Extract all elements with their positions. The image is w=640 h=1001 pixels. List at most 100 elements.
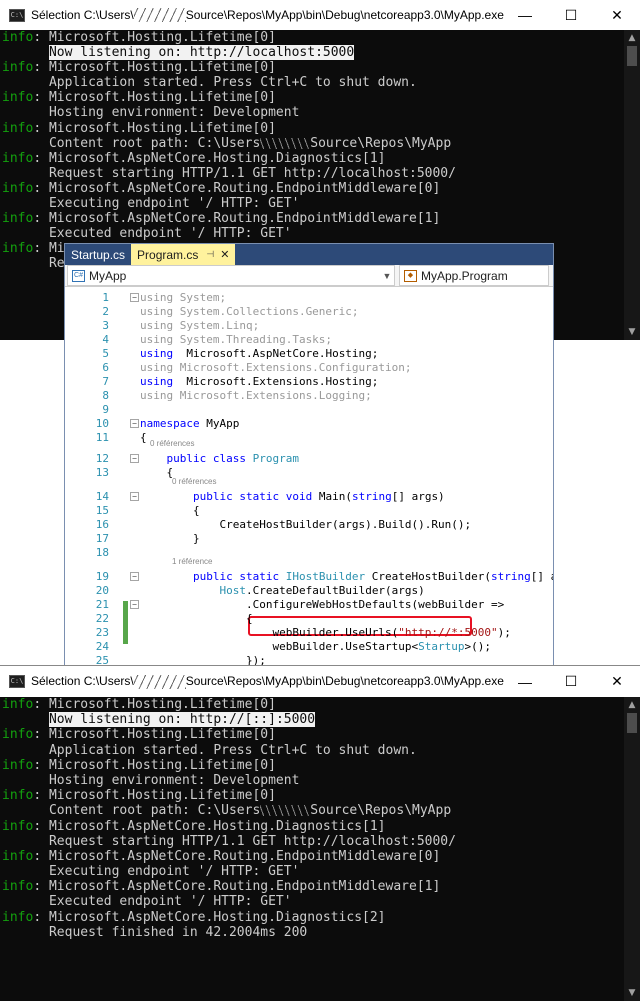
log-level-tag: info xyxy=(2,60,34,76)
minimize-button[interactable]: — xyxy=(502,666,548,697)
line-number: 3 xyxy=(102,319,109,332)
close-button[interactable]: ✕ xyxy=(594,666,640,697)
code-area[interactable]: 0 références 0 références 1 référence 1− usi… xyxy=(65,287,553,666)
scroll-down-icon[interactable]: ▼ xyxy=(624,985,640,1001)
code-token: { xyxy=(140,504,200,517)
line-number: 19 xyxy=(95,570,109,583)
console-line: Executed endpoint '/ HTTP: GET' xyxy=(2,226,622,241)
console-text: : Microsoft.AspNetCore.Hosting.Diagnosti… xyxy=(33,909,386,925)
collapse-icon[interactable]: − xyxy=(130,492,139,501)
collapse-icon[interactable]: − xyxy=(130,419,139,428)
code-line: 2 using System.Collections.Generic; xyxy=(65,305,553,318)
code-token: .ConfigureWebHostDefaults(webBuilder => xyxy=(140,598,505,611)
close-tab-icon[interactable]: ✕ xyxy=(220,248,229,261)
code-line: 11 { xyxy=(65,431,553,444)
console-text: : Microsoft.AspNetCore.Hosting.Diagnosti… xyxy=(33,150,386,166)
console-text: Executing endpoint '/ HTTP: GET' xyxy=(2,196,300,212)
console-text: : Microsoft.AspNetCore.Routing.EndpointM… xyxy=(33,848,441,864)
scroll-up-icon[interactable]: ▲ xyxy=(624,30,640,46)
editor-tabs: Startup.cs Program.cs ⊣ ✕ xyxy=(65,244,553,265)
type-name: MyApp.Program xyxy=(421,268,508,283)
console-scrollbar[interactable]: ▲ ▼ xyxy=(624,30,640,340)
tab-label: Startup.cs xyxy=(71,247,126,262)
code-line: 20 Host.CreateDefaultBuilder(args) xyxy=(65,584,553,597)
code-text: using System.Linq; xyxy=(140,319,259,332)
scroll-down-icon[interactable]: ▼ xyxy=(624,324,640,340)
code-text: using System.Collections.Generic; xyxy=(140,305,359,318)
code-line: 8 using Microsoft.Extensions.Logging; xyxy=(65,389,553,402)
code-token: .CreateDefaultBuilder(args) xyxy=(245,584,425,597)
console-text: Hosting environment: Development xyxy=(2,772,300,788)
code-token: using System.Threading.Tasks; xyxy=(140,333,333,346)
console-text: Executed endpoint '/ HTTP: GET' xyxy=(2,894,292,910)
code-token: using Microsoft.Extensions.Configuration… xyxy=(140,361,412,374)
code-token: CreateHostBuilder( xyxy=(365,570,492,583)
pin-icon[interactable]: ⊣ xyxy=(206,249,214,260)
code-text: { xyxy=(140,431,147,444)
redacted-path xyxy=(260,805,311,817)
code-editor: Startup.cs Program.cs ⊣ ✕ C# MyApp ▼ ◆ M… xyxy=(64,243,554,667)
console-line: Executing endpoint '/ HTTP: GET' xyxy=(2,864,622,879)
console-line: Request finished in 42.2004ms 200 xyxy=(2,925,622,940)
console-titlebar[interactable]: C:\ Sélection C:\Users\ Source\Repos\MyAp… xyxy=(0,0,640,30)
console-titlebar[interactable]: C:\ Sélection C:\Users\ Source\Repos\MyAp… xyxy=(0,666,640,697)
maximize-button[interactable]: ☐ xyxy=(548,0,594,30)
log-level-tag: info xyxy=(2,727,34,743)
code-token: public class xyxy=(166,452,246,465)
code-text: Host.CreateDefaultBuilder(args) xyxy=(140,584,425,597)
line-number: 12 xyxy=(95,452,109,465)
console-window-bottom: C:\ Sélection C:\Users\ Source\Repos\MyAp… xyxy=(0,665,640,1001)
code-line: 12 − public class Program xyxy=(65,452,553,465)
collapse-icon[interactable]: − xyxy=(130,293,139,302)
console-line: Request starting HTTP/1.1 GET http://loc… xyxy=(2,834,622,849)
console-line: info: Microsoft.AspNetCore.Hosting.Diagn… xyxy=(2,151,622,166)
line-number: 1 xyxy=(102,291,109,304)
code-text: using Microsoft.Extensions.Configuration… xyxy=(140,361,412,374)
type-dropdown[interactable]: ◆ MyApp.Program xyxy=(399,265,549,286)
collapse-icon[interactable]: − xyxy=(130,572,139,581)
line-number: 21 xyxy=(95,598,109,611)
code-line: 23 webBuilder.UseUrls("http://*:5000"); xyxy=(65,626,553,639)
maximize-button[interactable]: ☐ xyxy=(548,666,594,697)
close-button[interactable]: ✕ xyxy=(594,0,640,30)
console-text: : Microsoft.Hosting.Lifetime[0] xyxy=(33,697,276,712)
console-output[interactable]: info: Microsoft.Hosting.Lifetime[0] Now … xyxy=(0,697,624,1001)
console-scrollbar[interactable]: ▲ ▼ xyxy=(624,697,640,1001)
console-text: Executed endpoint '/ HTTP: GET' xyxy=(2,226,292,242)
class-icon: ◆ xyxy=(404,269,417,282)
console-line: Content root path: C:\Users Source\Repos\… xyxy=(2,136,622,151)
code-token: public static xyxy=(192,570,280,583)
scroll-thumb[interactable] xyxy=(627,713,637,733)
line-number: 17 xyxy=(95,532,109,545)
project-dropdown[interactable]: C# MyApp ▼ xyxy=(67,265,395,286)
collapse-icon[interactable]: − xyxy=(130,454,139,463)
collapse-icon[interactable]: − xyxy=(130,600,139,609)
code-token: using Microsoft.Extensions.Logging; xyxy=(140,389,372,402)
console-text: Request starting HTTP/1.1 GET http://loc… xyxy=(2,165,456,181)
code-token: } xyxy=(140,532,200,545)
scroll-up-icon[interactable]: ▲ xyxy=(624,697,640,713)
tab-program-cs[interactable]: Program.cs ⊣ ✕ xyxy=(131,244,236,265)
minimize-button[interactable]: — xyxy=(502,0,548,30)
log-level-tag: info xyxy=(2,120,34,136)
code-line: 16 CreateHostBuilder(args).Build().Run()… xyxy=(65,518,553,531)
scroll-thumb[interactable] xyxy=(627,46,637,66)
log-level-tag: info xyxy=(2,909,34,925)
console-line: info: Microsoft.AspNetCore.Routing.Endpo… xyxy=(2,849,622,864)
selected-text[interactable]: Now listening on: http://localhost:5000 xyxy=(48,45,355,61)
console-text: : Microsoft.AspNetCore.Routing.EndpointM… xyxy=(33,180,441,196)
code-text: public class Program xyxy=(140,452,299,465)
redacted-username xyxy=(133,674,186,689)
line-number: 11 xyxy=(95,431,109,444)
code-token: [] args) => xyxy=(530,570,553,583)
console-line: info: Microsoft.Hosting.Lifetime[0] xyxy=(2,697,622,712)
code-line: 19 − public static IHostBuilder CreateHos… xyxy=(65,570,553,583)
selected-text[interactable]: Now listening on: http://[::]:5000 xyxy=(48,712,316,728)
code-token: webBuilder.UseUrls( xyxy=(140,626,399,639)
code-token: using System.Linq; xyxy=(140,319,260,332)
tab-startup-cs[interactable]: Startup.cs xyxy=(65,244,131,265)
console-text: : Microsoft.Hosting.Lifetime[0] xyxy=(33,60,276,76)
console-line: info: Microsoft.Hosting.Lifetime[0] xyxy=(2,90,622,105)
